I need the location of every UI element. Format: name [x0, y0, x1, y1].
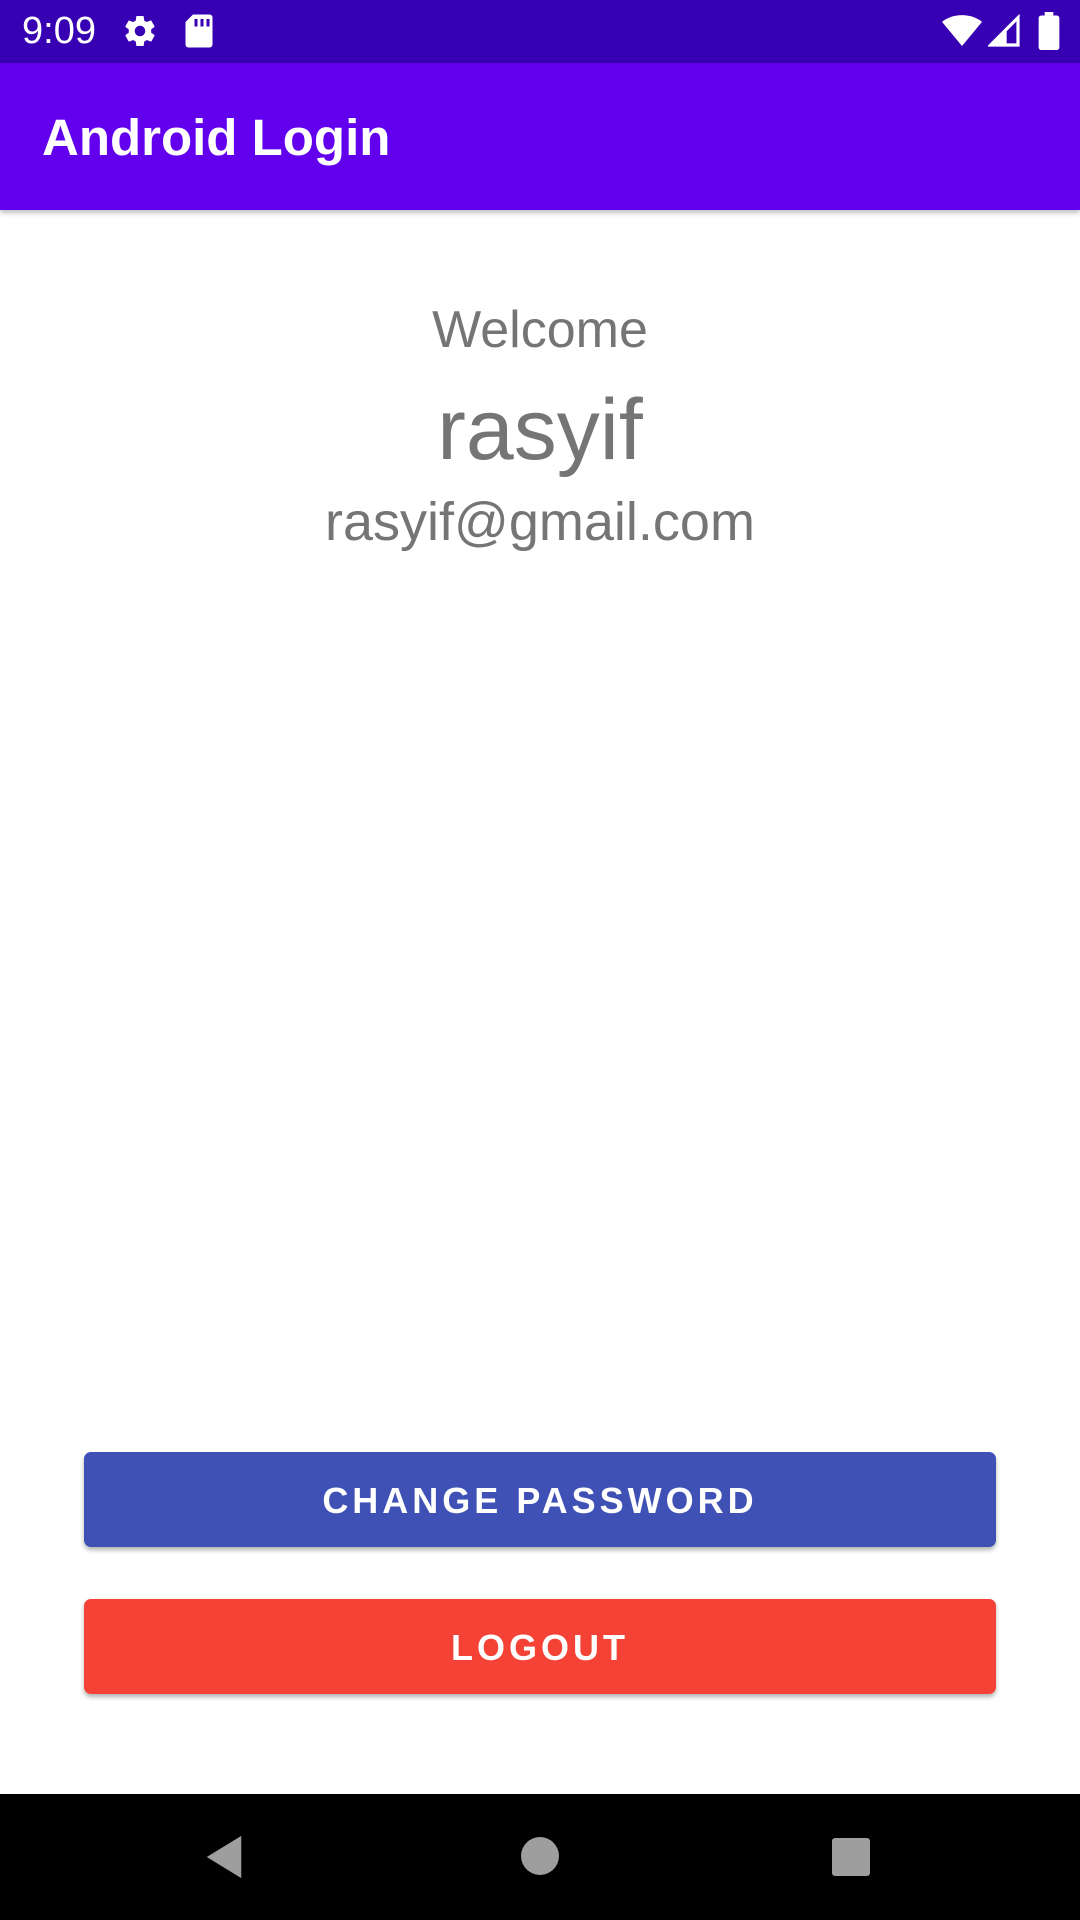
app-title: Android Login [42, 109, 391, 166]
username-text: rasyif [437, 382, 643, 478]
status-bar: 9:09 [0, 0, 1080, 63]
logout-button[interactable]: LOGOUT [84, 1599, 996, 1694]
gear-icon [125, 16, 155, 47]
battery-icon [1038, 12, 1060, 50]
sd-card-icon [185, 14, 213, 48]
status-time: 9:09 [22, 10, 96, 52]
home-icon[interactable] [520, 1836, 560, 1876]
wifi-icon [942, 15, 982, 46]
navigation-bar [0, 1794, 1080, 1920]
back-icon[interactable] [204, 1834, 244, 1880]
app-bar: Android Login [0, 63, 1080, 210]
welcome-label: Welcome [432, 301, 648, 359]
screen: 9:09 Android Login Welcome rasyif rasyif… [0, 0, 1080, 1920]
email-text: rasyif@gmail.com [325, 492, 755, 552]
change-password-button[interactable]: CHANGE PASSWORD [84, 1452, 996, 1547]
recents-icon[interactable] [831, 1837, 871, 1877]
signal-icon [988, 14, 1020, 47]
